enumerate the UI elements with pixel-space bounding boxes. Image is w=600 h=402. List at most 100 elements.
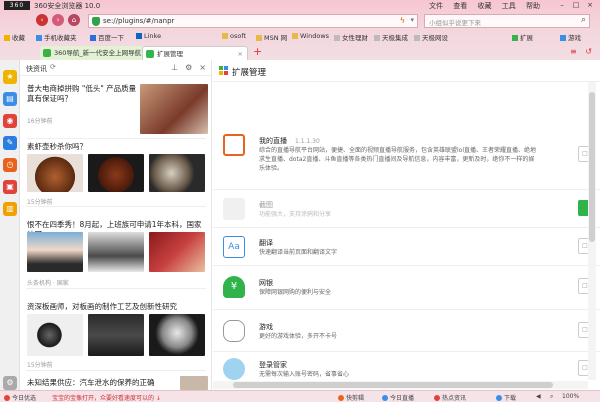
maximize-button[interactable]: □ (569, 0, 583, 11)
fav-item-mobile[interactable]: 手机收藏夹 (36, 32, 77, 42)
download-icon (496, 395, 502, 401)
close-window-button[interactable]: × (583, 0, 597, 11)
menu-favorites[interactable]: 收藏 (478, 2, 492, 10)
zoom-icon[interactable]: ⌕ (550, 393, 553, 401)
chevron-down-icon[interactable]: ▾ (410, 16, 414, 24)
status-hot-news[interactable]: 热点资讯 (434, 393, 466, 402)
gear-icon[interactable]: ⚙ (185, 63, 192, 72)
extension-row-banking[interactable]: ¥ 网银 保障网银网购的便利与安全 □ (213, 266, 600, 310)
extension-name: 我的直播 (259, 137, 287, 145)
paw-icon (90, 35, 96, 41)
news-item-title[interactable]: 普大电商掉拼购 "低头" 产品质量真有保证吗？ (27, 84, 137, 104)
news-thumbnail[interactable] (149, 314, 205, 356)
news-item-meta: 16分钟前 (27, 118, 53, 125)
star-icon[interactable]: ★ (3, 70, 17, 84)
menu-help[interactable]: 帮助 (526, 2, 540, 10)
star-icon (4, 35, 10, 41)
extension-description: 快速翻译当前页面和翻译文字 (259, 249, 338, 256)
fav-item-microsoft[interactable]: osoft (222, 32, 246, 40)
security-shield-icon (92, 17, 100, 26)
weibo-icon[interactable]: ◉ (3, 114, 17, 128)
lightning-icon[interactable]: ϟ (400, 16, 405, 25)
news-thumbnail[interactable] (180, 376, 208, 390)
news-icon[interactable]: ▤ (3, 92, 17, 106)
extensions-button[interactable]: 扩展 (512, 32, 533, 42)
status-downloads[interactable]: 下载 (496, 393, 516, 402)
undo-close-icon[interactable]: ↺ (585, 47, 592, 56)
extension-row-games[interactable]: 游戏 更好的游戏体验，多开不卡号 □ (213, 310, 600, 352)
status-ticker[interactable]: 宝宝的宝像打开，众要好看速度可以的 ↓ (52, 393, 161, 402)
phone-icon (36, 35, 42, 41)
folder-icon (222, 33, 228, 39)
games-button[interactable]: 游戏 (560, 32, 581, 42)
sound-icon[interactable]: ◀ (536, 393, 541, 400)
sidebar-rail: ★ ▤ ◉ ✎ ◷ ▣ ▥ ⚙ (0, 60, 20, 390)
news-item-title[interactable]: 资深板画师，对板画的制作工艺及创新性研究 (27, 302, 209, 312)
app-logo: 360 (4, 1, 30, 10)
fav-item-msn[interactable]: MSN 网 (256, 32, 287, 42)
shield-yen-icon: ¥ (223, 276, 245, 298)
news-thumbnail[interactable] (88, 154, 144, 192)
horizontal-scrollbar[interactable] (213, 381, 588, 389)
fav-item-yesky[interactable]: 天极集成 (374, 32, 408, 42)
tab-tools: ≡ ↺ (564, 47, 592, 56)
tab-extensions[interactable]: 扩展管理 × (142, 46, 248, 60)
fav-item-yesky-net[interactable]: 天极网设 (414, 32, 448, 42)
fav-item-linke[interactable]: Linke (136, 32, 161, 40)
menu-view[interactable]: 查看 (453, 2, 467, 10)
refresh-icon[interactable]: ⟳ (50, 63, 56, 71)
extension-description: 无需每次输入账号密码，省事省心 (259, 371, 350, 378)
pin-icon[interactable]: ⊥ (171, 63, 178, 72)
extension-name: 截图 (259, 201, 273, 209)
extension-row-translate[interactable]: Aa 翻译 快速翻译当前页面和翻译文字 □ (213, 228, 600, 266)
fav-item-baidu[interactable]: 百度一下 (90, 32, 124, 42)
fav-item-favorites[interactable]: 收藏 (4, 32, 25, 42)
gear-icon[interactable]: ⚙ (3, 376, 17, 390)
status-live[interactable]: 今日直播 (382, 393, 414, 402)
close-icon[interactable]: × (238, 47, 243, 60)
news-thumbnail[interactable] (27, 154, 83, 192)
gift-icon[interactable]: ▣ (3, 180, 17, 194)
address-row: ‹ › ⌂ se://plugins/#/nanpr ϟ ▾ 小组似乎说更下来 … (0, 12, 600, 30)
fav-item-finance[interactable]: 女性理财 (334, 32, 368, 42)
forward-icon[interactable]: › (52, 14, 64, 26)
extension-row-live[interactable]: 我的直播 1.1.1.30 综合的直播导航平台网站，便捷、全面的视频直播导航服务，… (213, 120, 600, 190)
menu-tools[interactable]: 工具 (502, 2, 516, 10)
news-thumbnail[interactable] (149, 232, 205, 272)
new-tab-button[interactable]: + (253, 46, 262, 58)
news-thumbnail[interactable] (88, 314, 144, 356)
search-icon[interactable]: ⌕ (581, 15, 586, 25)
book-icon[interactable]: ▥ (3, 202, 17, 216)
address-bar[interactable]: se://plugins/#/nanpr ϟ ▾ (88, 14, 418, 28)
news-item-title[interactable]: 未知结果供应：汽车泄水的保养的正确 (27, 378, 187, 388)
status-zoom[interactable]: 100% (562, 393, 579, 400)
back-icon[interactable]: ‹ (36, 14, 48, 26)
vertical-scrollbar[interactable] (588, 82, 596, 380)
puzzle-icon (219, 66, 229, 76)
news-thumbnail[interactable] (88, 232, 144, 272)
news-item-title[interactable]: 素虾壶秒杀你吗？ (27, 142, 207, 152)
scrollbar-thumb[interactable] (233, 382, 553, 388)
search-box[interactable]: 小组似乎说更下来 ⌕ (424, 14, 590, 28)
news-thumbnail[interactable] (140, 84, 208, 134)
clock-icon[interactable]: ◷ (3, 158, 17, 172)
page-icon (374, 35, 380, 41)
note-icon[interactable]: ✎ (3, 136, 17, 150)
tab-list-icon[interactable]: ≡ (570, 47, 577, 56)
fav-item-windows[interactable]: Windows (292, 32, 329, 40)
extension-description: 功能强大，支持涂鸦和分享 (259, 211, 332, 218)
news-thumbnail[interactable] (27, 232, 83, 272)
minimize-button[interactable]: – (555, 0, 569, 11)
menu-file[interactable]: 文件 (429, 2, 443, 10)
extension-row-screenshot[interactable]: 截图 功能强大，支持涂鸦和分享 (213, 190, 600, 228)
news-thumbnail[interactable] (27, 314, 83, 356)
home-icon[interactable]: ⌂ (68, 14, 80, 26)
folder-icon (292, 33, 298, 39)
status-today-picks[interactable]: 今日优选 (4, 393, 36, 402)
address-url[interactable]: se://plugins/#/nanpr (103, 17, 174, 25)
status-quick-edit[interactable]: 快剪辑 (338, 393, 364, 402)
news-thumbnail[interactable] (149, 154, 205, 192)
search-input[interactable]: 小组似乎说更下来 (429, 17, 481, 27)
close-icon[interactable]: × (199, 63, 206, 72)
scrollbar-thumb[interactable] (589, 92, 595, 242)
